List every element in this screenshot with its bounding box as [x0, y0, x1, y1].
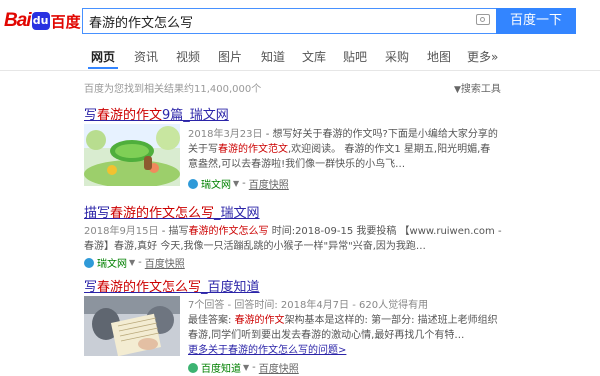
search-box — [82, 8, 496, 34]
result-thumbnail-image[interactable] — [84, 296, 180, 356]
snippet-text: 描写 — [168, 226, 189, 237]
tab-web[interactable]: 网页 — [91, 48, 115, 65]
search-result: 写春游的作文怎么写_百度知道 7个回答 - 回答时间: 2018年4月7日 - … — [84, 276, 504, 375]
cache-link[interactable]: 百度快照 — [145, 255, 185, 270]
snippet-text: 意盎然,可以去春游啦!我们像一群快乐的小鸟飞… — [188, 159, 406, 170]
snippet-highlight: 春游的作文 — [234, 315, 285, 326]
result-stats: 百度为您找到相关结果约11,400,000个 — [84, 84, 262, 95]
zhidao-site-icon — [188, 362, 198, 373]
result-title-link[interactable]: 描写春游的作文怎么写_瑞文网 — [84, 202, 504, 221]
more-questions-link[interactable]: 更多关于春游的作文怎么写的问题> — [188, 345, 346, 356]
result-source[interactable]: 百度知道 — [201, 360, 241, 375]
snippet-text: 关于写 — [188, 144, 218, 155]
result-date: 2018年3月23日 — [188, 129, 263, 140]
search-input[interactable] — [83, 9, 449, 33]
search-tools-button[interactable]: ▼搜索工具 — [454, 80, 501, 95]
tab-map[interactable]: 地图 — [427, 48, 451, 65]
best-answer-label: 最佳答案: — [188, 315, 235, 326]
result-source[interactable]: 瑞文网 — [201, 176, 231, 191]
snippet-text: ,欢迎阅读。 春游的作文1 星期五,阳光明媚,春 — [288, 144, 491, 155]
chevron-down-icon[interactable]: ▼ — [243, 363, 249, 372]
result-date: 2018年9月15日 — [84, 226, 159, 237]
snippet-text: 春游】春游,真好 今天,我像一只活蹦乱跳的小猴子一样"异常"兴奋,因为我跑… — [84, 241, 426, 252]
tab-tieba[interactable]: 贴吧 — [343, 48, 367, 65]
result-snippet: 想写好关于春游的作文吗?下面是小编给大家分享的 — [272, 129, 498, 140]
ruiwen-site-icon — [84, 257, 94, 268]
paw-icon: du — [31, 12, 50, 30]
baidu-logo[interactable]: Bai du 百度 — [4, 9, 81, 33]
logo-cn-text: 百度 — [50, 12, 81, 31]
snippet-text: 架构基本是这样的: 第一部分: 描述班上老师组织 — [284, 315, 498, 326]
search-result: 写春游的作文9篇_瑞文网 2018年3月23日 - 想写好关于春游的作文吗?下面… — [84, 104, 500, 191]
chevron-down-icon[interactable]: ▼ — [129, 258, 135, 267]
snippet-highlight: 春游的作文范文 — [218, 144, 288, 155]
result-title-link[interactable]: 写春游的作文9篇_瑞文网 — [84, 104, 500, 123]
result-source[interactable]: 瑞文网 — [97, 255, 127, 270]
snippet-text: 春游,同学们听到要出发去春游的激动心情,最好再找几个有特… — [188, 330, 465, 341]
tab-wenku[interactable]: 文库 — [302, 48, 326, 65]
result-thumbnail-image[interactable] — [84, 124, 180, 186]
tab-caigou[interactable]: 采购 — [385, 48, 409, 65]
active-tab-indicator — [88, 67, 118, 69]
ruiwen-site-icon — [188, 178, 198, 189]
tab-images[interactable]: 图片 — [218, 48, 242, 65]
snippet-text: 时间:2018-09-15 我要投稿 【www.ruiwen.com - — [268, 226, 502, 237]
tab-zhidao[interactable]: 知道 — [261, 48, 285, 65]
tab-video[interactable]: 视频 — [176, 48, 200, 65]
tab-news[interactable]: 资讯 — [134, 48, 158, 65]
top-bar: Bai du 百度 百度一下 — [0, 0, 600, 42]
tab-more[interactable]: 更多» — [467, 48, 498, 65]
filter-icon: ▼ — [454, 85, 461, 95]
cache-link[interactable]: 百度快照 — [249, 176, 289, 191]
search-tabs: 网页 资讯 视频 图片 知道 文库 贴吧 采购 地图 更多» — [0, 42, 600, 71]
result-title-link[interactable]: 写春游的作文怎么写_百度知道 — [84, 276, 504, 295]
snippet-highlight: 春游的作文怎么写 — [188, 226, 269, 237]
logo-text: Bai — [4, 10, 32, 31]
search-result: 描写春游的作文怎么写_瑞文网 2018年9月15日 - 描写春游的作文怎么写 时… — [84, 202, 504, 270]
search-button[interactable]: 百度一下 — [496, 8, 576, 34]
answer-meta: 7个回答 - 回答时间: 2018年4月7日 - 620人觉得有用 — [188, 300, 429, 311]
cache-link[interactable]: 百度快照 — [259, 360, 299, 375]
search-tools-label: 搜索工具 — [460, 84, 501, 95]
camera-icon[interactable] — [476, 14, 490, 25]
chevron-down-icon[interactable]: ▼ — [233, 179, 239, 188]
